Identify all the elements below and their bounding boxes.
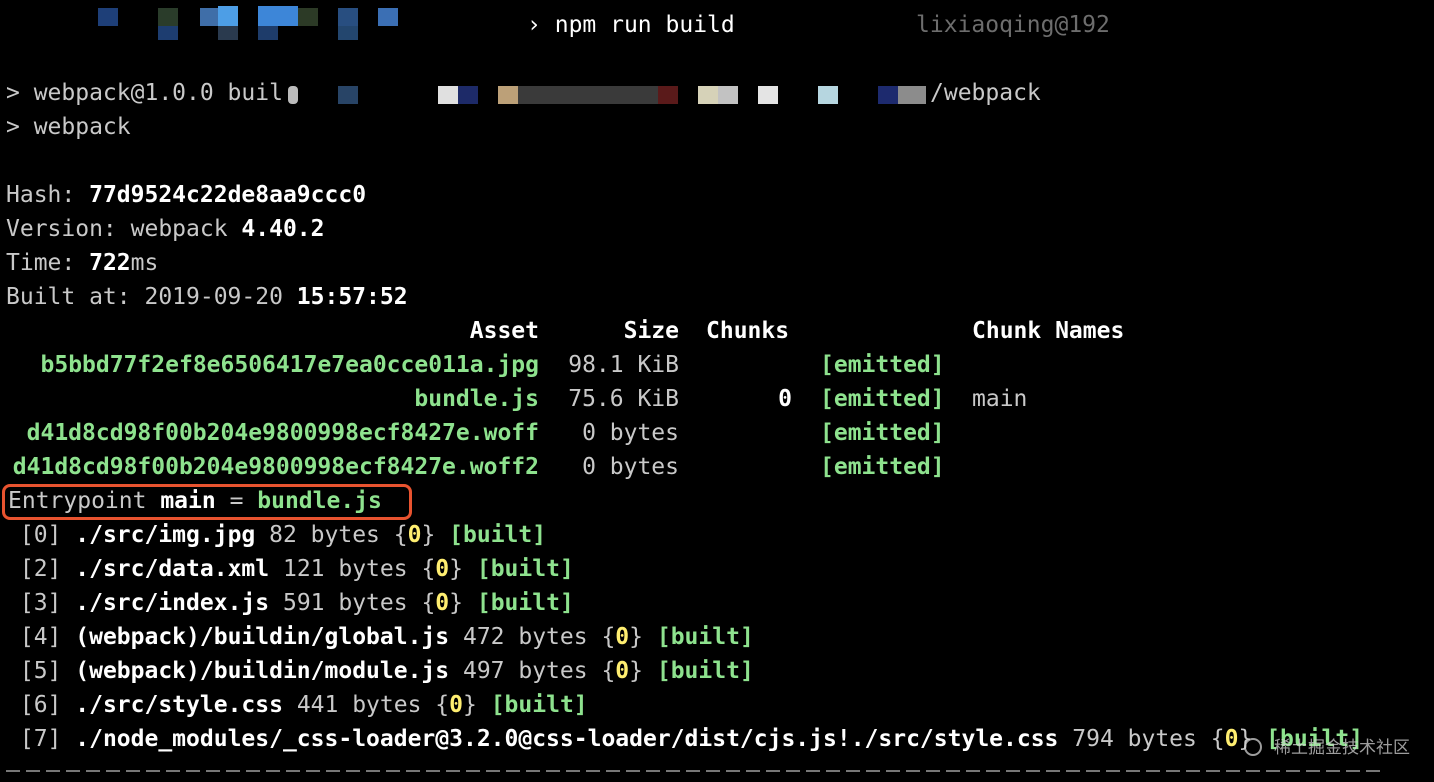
- built-at-line: Built at: 2019-09-20 15:57:52: [6, 280, 408, 314]
- list-item: [0] ./src/img.jpg 82 bytes {0} [built]: [6, 518, 546, 552]
- column-header-asset: Asset: [469, 318, 539, 344]
- hash-value: 77d9524c22de8aa9ccc0: [89, 182, 367, 208]
- asset-size: 98.1 KiB: [568, 352, 679, 378]
- asset-chunk-names: main: [972, 386, 1028, 412]
- module-id: [6]: [6, 692, 76, 718]
- module-id: [5]: [6, 658, 76, 684]
- npm-script-line-2: > webpack: [6, 114, 131, 140]
- module-chunk-close: }: [629, 658, 657, 684]
- module-chunk: 0: [615, 658, 630, 684]
- list-item: [6] ./src/style.css 441 bytes {0} [built…: [6, 688, 588, 722]
- module-chunk: 0: [407, 522, 422, 548]
- version-value: 4.40.2: [241, 216, 325, 242]
- module-chunk: 0: [449, 692, 463, 718]
- entrypoint-name: main: [160, 488, 216, 514]
- asset-name: d41d8cd98f00b204e9800998ecf8427e.woff: [26, 420, 539, 446]
- hash-label: Hash:: [6, 182, 90, 208]
- module-chunk-close: }: [629, 624, 657, 650]
- entrypoint-label: Entrypoint: [8, 488, 161, 514]
- module-chunk-close: }: [449, 556, 477, 582]
- terminal-window[interactable]: { "prompt": { "arrow": "›", "command": "…: [0, 0, 1434, 782]
- module-id: [2]: [6, 556, 76, 582]
- module-size: 497 bytes {: [449, 658, 616, 684]
- asset-name: bundle.js: [414, 386, 539, 412]
- module-path: (webpack)/buildin/global.js: [75, 624, 450, 650]
- built-at-value: 15:57:52: [296, 284, 408, 310]
- asset-status: [emitted]: [820, 352, 945, 378]
- module-id: [0]: [6, 522, 76, 548]
- column-header-size: Size: [623, 318, 679, 344]
- module-id: [4]: [6, 624, 76, 650]
- module-status: [built]: [656, 658, 754, 684]
- module-path: ./node_modules/_css-loader@3.2.0@css-loa…: [75, 726, 1059, 752]
- prompt-command: npm run build: [554, 12, 735, 38]
- module-size: 441 bytes {: [282, 692, 450, 718]
- built-at-label: Built at: 2019-09-20: [6, 284, 297, 310]
- column-header-chunk-names: Chunk Names: [972, 318, 1125, 344]
- version-label: Version: webpack: [6, 216, 242, 242]
- asset-size: 75.6 KiB: [568, 386, 679, 412]
- asset-status: [emitted]: [820, 420, 945, 446]
- entrypoint-file: bundle.js: [257, 488, 382, 514]
- module-size: 82 bytes {: [255, 522, 408, 548]
- prompt-user-host: lixiaoqing@192: [916, 12, 1110, 38]
- list-item: [3] ./src/index.js 591 bytes {0} [built]: [6, 586, 574, 620]
- module-path: ./src/data.xml: [75, 556, 270, 582]
- time-unit: ms: [130, 250, 159, 276]
- watermark-text: 稀土掘金技术社区: [1274, 738, 1410, 758]
- module-status: [built]: [476, 556, 574, 582]
- module-size: 472 bytes {: [449, 624, 616, 650]
- module-id: [3]: [6, 590, 76, 616]
- module-status: [built]: [656, 624, 754, 650]
- watermark-logo-icon: [1244, 738, 1262, 756]
- module-size: 121 bytes {: [269, 556, 436, 582]
- module-chunk-close: }: [463, 692, 491, 718]
- dashed-divider: [6, 770, 1386, 772]
- asset-size: 0 bytes: [582, 454, 679, 480]
- hash-line: Hash: 77d9524c22de8aa9ccc0: [6, 178, 366, 212]
- asset-size: 0 bytes: [582, 420, 679, 446]
- module-chunk: 0: [1224, 726, 1239, 752]
- module-path: ./src/style.css: [75, 692, 283, 718]
- module-path: ./src/img.jpg: [75, 522, 256, 548]
- list-item: [2] ./src/data.xml 121 bytes {0} [built]: [6, 552, 574, 586]
- list-item: [4] (webpack)/buildin/global.js 472 byte…: [6, 620, 754, 654]
- asset-name: b5bbd77f2ef8e6506417e7ea0cce011a.jpg: [40, 352, 540, 378]
- list-item: [7] ./node_modules/_css-loader@3.2.0@css…: [6, 722, 1363, 756]
- asset-chunks: 0: [778, 386, 792, 412]
- module-chunk: 0: [435, 590, 450, 616]
- npm-script-line-1: > webpack@1.0.0 buil: [6, 76, 283, 110]
- module-path: (webpack)/buildin/module.js: [75, 658, 450, 684]
- npm-script-path-suffix: /webpack: [930, 80, 1041, 106]
- version-line: Version: webpack 4.40.2: [6, 212, 325, 246]
- module-status: [built]: [490, 692, 588, 718]
- module-id: [7]: [6, 726, 76, 752]
- time-line: Time: 722ms: [6, 246, 158, 280]
- time-value: 722: [89, 250, 131, 276]
- entrypoint-line: Entrypoint main = bundle.js: [8, 484, 382, 518]
- asset-status: [emitted]: [820, 386, 945, 412]
- column-header-chunks: Chunks: [706, 318, 790, 344]
- npm-script-prefix: > webpack@1.0.0 buil: [6, 80, 283, 106]
- module-chunk-close: }: [421, 522, 450, 548]
- prompt-arrow-icon: ›: [527, 12, 541, 38]
- asset-name: d41d8cd98f00b204e9800998ecf8427e.woff2: [12, 454, 539, 480]
- module-status: [built]: [476, 590, 574, 616]
- list-item: [5] (webpack)/buildin/module.js 497 byte…: [6, 654, 754, 688]
- asset-status: [emitted]: [820, 454, 945, 480]
- module-path: ./src/index.js: [75, 590, 270, 616]
- module-chunk-close: }: [449, 590, 477, 616]
- prompt-line: › npm run build: [527, 8, 735, 42]
- module-chunk: 0: [435, 556, 450, 582]
- module-chunk: 0: [615, 624, 630, 650]
- module-size: 591 bytes {: [269, 590, 436, 616]
- entrypoint-equals: =: [215, 488, 258, 514]
- time-label: Time:: [6, 250, 90, 276]
- module-size: 794 bytes {: [1058, 726, 1225, 752]
- module-status: [built]: [449, 522, 547, 548]
